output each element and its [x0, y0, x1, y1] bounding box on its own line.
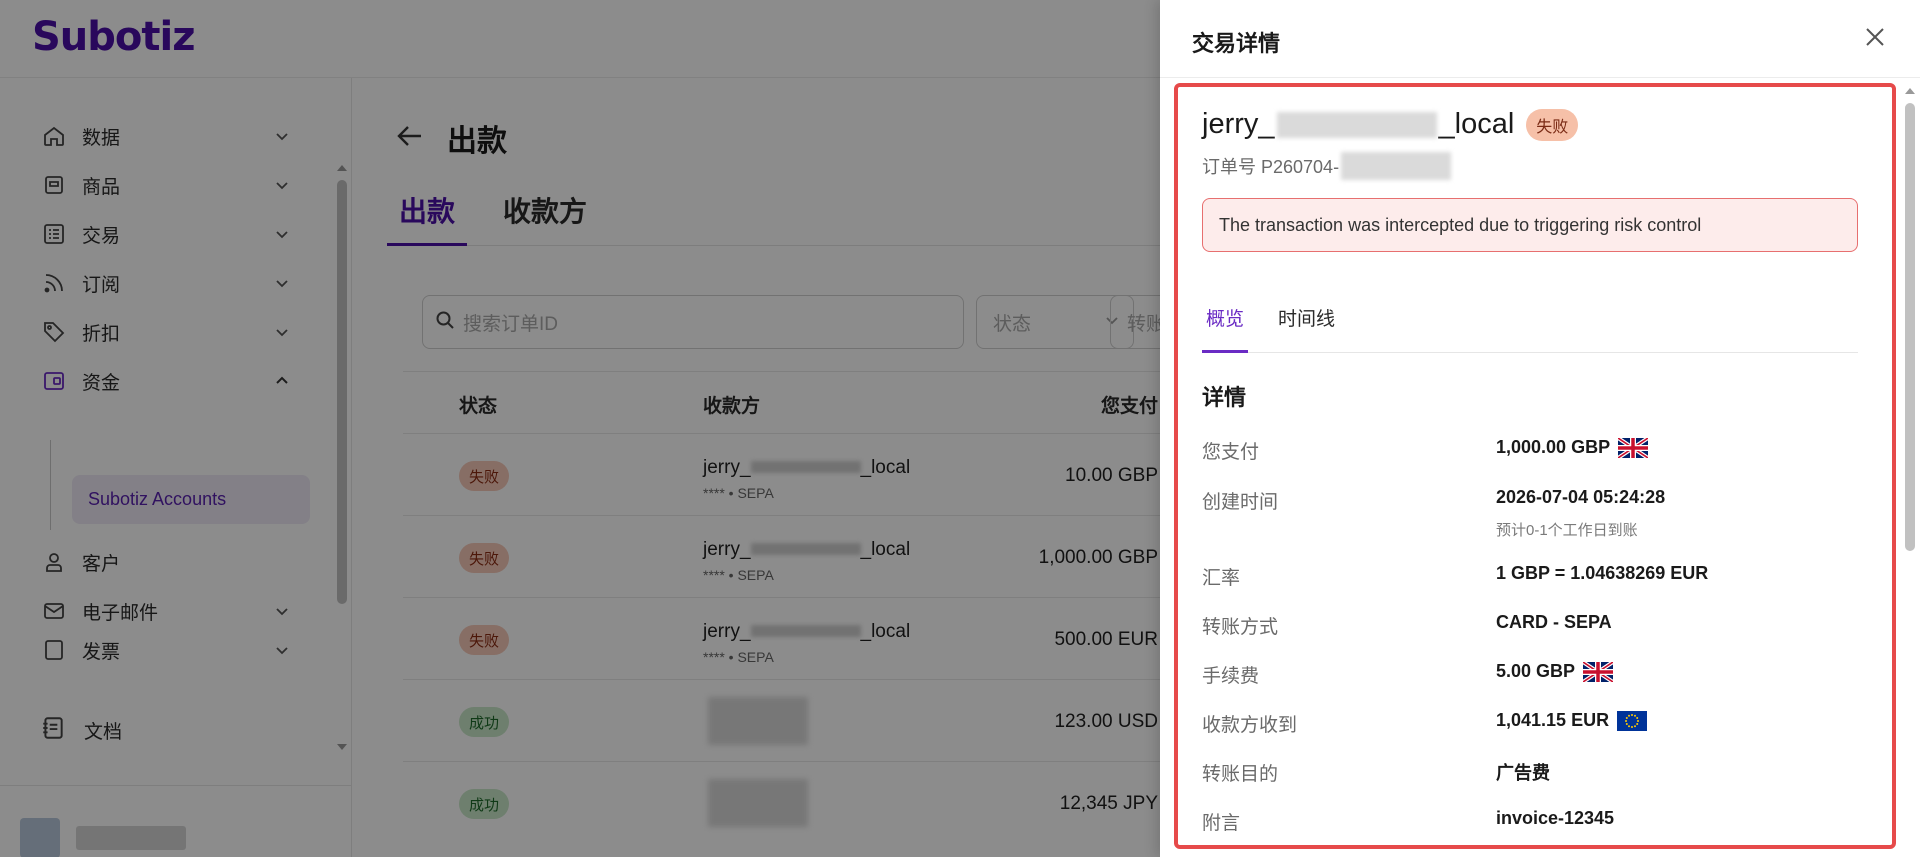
- detail-value: 5.00 GBP: [1496, 661, 1614, 682]
- detail-value: invoice-12345: [1496, 808, 1615, 828]
- payee-name-prefix: jerry_: [1202, 108, 1275, 140]
- eu-flag-icon: [1617, 710, 1648, 731]
- detail-label: 附言: [1202, 813, 1241, 834]
- order-number-label: 订单号 P260704-: [1202, 157, 1340, 177]
- payee-name-redacted: [1276, 111, 1437, 138]
- detail-label: 汇率: [1202, 568, 1241, 589]
- detail-label: 转账方式: [1202, 617, 1279, 638]
- detail-label: 您支付: [1202, 442, 1260, 463]
- detail-tabs: 概览 时间线: [1202, 296, 1858, 353]
- detail-note: 预计0-1个工作日到账: [1496, 522, 1638, 539]
- detail-value: 2026-07-04 05:24:28: [1496, 487, 1666, 507]
- uk-flag-icon: [1618, 437, 1649, 458]
- drawer-header: 交易详情: [1160, 0, 1920, 78]
- detail-label: 转账目的: [1202, 764, 1279, 785]
- detail-value: 1 GBP = 1.04638269 EUR: [1496, 563, 1709, 583]
- detail-value: 广告费: [1496, 763, 1550, 783]
- risk-control-alert: The transaction was intercepted due to t…: [1202, 198, 1858, 252]
- payee-name-suffix: _local: [1438, 108, 1515, 140]
- drawer-scroll-thumb[interactable]: [1905, 103, 1915, 551]
- detail-label: 收款方收到: [1202, 715, 1298, 736]
- tab-overview[interactable]: 概览: [1202, 304, 1249, 353]
- order-number: 订单号 P260704-: [1202, 152, 1453, 180]
- uk-flag-icon: [1583, 661, 1614, 682]
- detail-value: CARD - SEPA: [1496, 612, 1612, 632]
- payee-title: jerry_ _local 失败: [1202, 108, 1579, 141]
- order-number-redacted: [1341, 152, 1452, 180]
- close-icon: [1864, 26, 1886, 53]
- drawer-scrollbar[interactable]: [1902, 83, 1918, 857]
- close-button[interactable]: [1860, 24, 1890, 54]
- drawer-title: 交易详情: [1192, 31, 1281, 56]
- status-badge: 失败: [1526, 108, 1579, 141]
- detail-value: 1,000.00 GBP: [1496, 437, 1649, 458]
- scroll-up-arrow-icon[interactable]: [1902, 85, 1918, 97]
- detail-value: 1,041.15 EUR: [1496, 710, 1648, 731]
- modal-overlay[interactable]: [0, 0, 1160, 857]
- tab-timeline[interactable]: 时间线: [1278, 304, 1335, 353]
- section-title: 详情: [1202, 385, 1247, 410]
- detail-label: 手续费: [1202, 666, 1260, 687]
- detail-label: 创建时间: [1202, 492, 1279, 513]
- transaction-detail-drawer: 交易详情 jerry_ _local 失败 订单号 P260704- The tr…: [1160, 0, 1920, 857]
